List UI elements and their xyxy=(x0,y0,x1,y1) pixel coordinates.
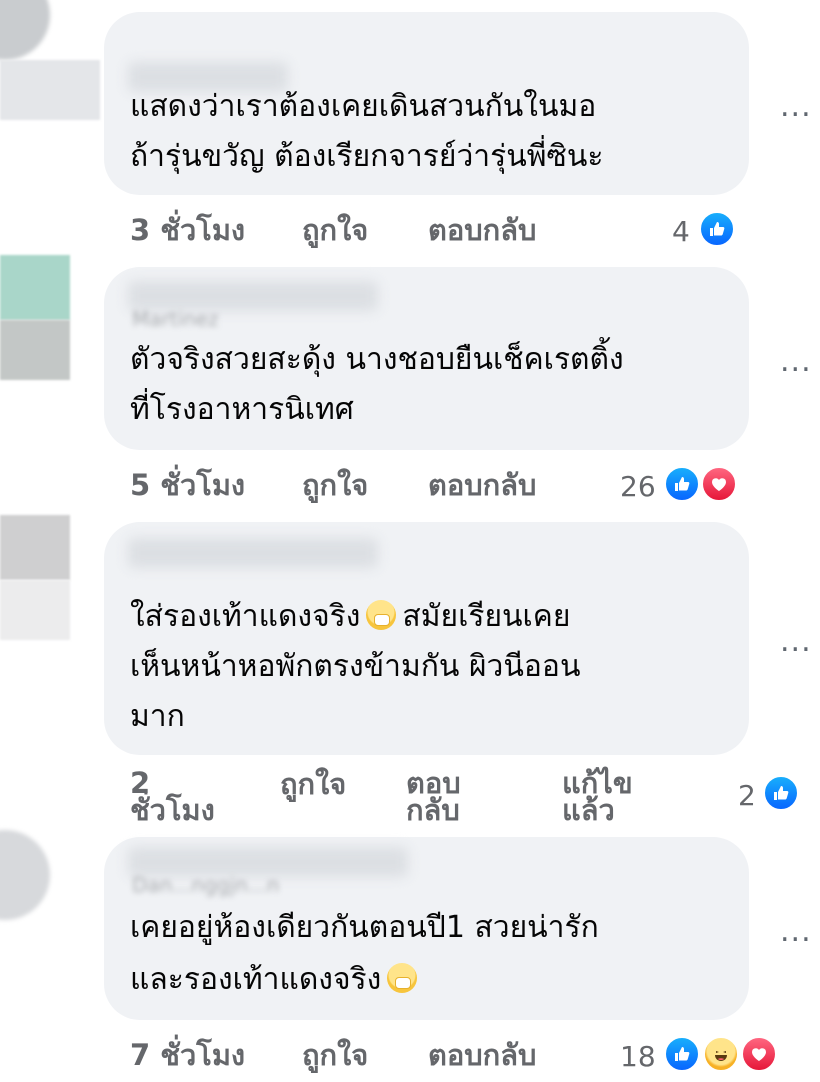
like-icon xyxy=(663,465,701,503)
grimace-emoji-icon xyxy=(387,963,418,993)
avatar-blur xyxy=(0,580,70,640)
comment-text-line: มาก xyxy=(130,699,185,734)
like-icon xyxy=(663,1035,701,1073)
comment-text: และรองเท้าแดงจริง xyxy=(130,962,382,997)
comment-text: ใส่รองเท้าแดงจริง xyxy=(130,599,361,634)
comment-timestamp[interactable]: 7 ชั่วโมง xyxy=(130,1041,245,1070)
comment-text-line: เคยอยู่ห้องเดียวกันตอนปี1 สวยน่ารัก xyxy=(130,910,599,945)
comment-bubble: ใส่รองเท้าแดงจริง สมัยเรียนเคย เห็นหน้าหอ… xyxy=(104,522,749,755)
reply-button[interactable]: ตอบกลับ xyxy=(428,471,536,500)
comment-text-line: ตัวจริงสวยสะดุ้ง นางชอบยืนเช็คเรตติ้ง xyxy=(130,342,624,377)
commenter-name-blurred[interactable] xyxy=(128,62,288,92)
commenter-name[interactable]: Martinez xyxy=(132,307,219,331)
like-button[interactable]: ถูกใจ xyxy=(302,216,368,245)
like-button[interactable]: ถูกใจ xyxy=(302,1041,368,1070)
avatar-blur xyxy=(0,515,70,580)
avatar[interactable] xyxy=(0,0,50,60)
reply-button[interactable]: ตอบกลับ xyxy=(428,216,536,245)
more-options-button[interactable]: ... xyxy=(780,347,812,377)
like-icon xyxy=(698,210,736,248)
comment-bubble: Dan...nggjn...n เคยอยู่ห้องเดียวกันตอนปี… xyxy=(104,837,749,1020)
like-icon xyxy=(762,774,800,812)
comment-text-line: ถ้ารุ่นขวัญ ต้องเรียกจารย์ว่ารุ่นพี่ซินะ xyxy=(130,139,604,174)
comment-text-line: เห็นหน้าหอพักตรงข้ามกัน ผิวนีออน xyxy=(130,649,581,684)
reaction-count[interactable]: 26 xyxy=(620,473,656,501)
comment-text-line: ที่โรงอาหารนิเทศ xyxy=(130,392,354,427)
comment-text-line: แสดงว่าเราต้องเคยเดินสวนกันในมอ xyxy=(130,89,597,124)
reaction-count[interactable]: 4 xyxy=(672,218,690,246)
comment-timestamp[interactable]: 3 ชั่วโมง xyxy=(130,216,245,245)
comment-text: สมัยเรียนเคย xyxy=(402,599,571,634)
love-icon xyxy=(700,465,738,503)
more-options-button[interactable]: ... xyxy=(780,627,812,657)
haha-icon xyxy=(702,1035,740,1073)
comment-bubble: แสดงว่าเราต้องเคยเดินสวนกันในมอ ถ้ารุ่นข… xyxy=(104,12,749,195)
grimace-emoji-icon xyxy=(366,600,397,630)
avatar-blur xyxy=(0,320,70,380)
avatar[interactable] xyxy=(0,830,50,920)
reaction-count[interactable]: 18 xyxy=(620,1043,656,1071)
comment-timestamp[interactable]: 5 ชั่วโมง xyxy=(130,471,245,500)
reply-button[interactable]: ตอบ กลับ xyxy=(406,769,486,825)
more-options-button[interactable]: ... xyxy=(780,917,812,947)
comment-bubble: Martinez ตัวจริงสวยสะดุ้ง นางชอบยืนเช็คเ… xyxy=(104,267,749,450)
avatar-blur xyxy=(0,60,100,120)
commenter-name-blurred[interactable] xyxy=(128,538,378,568)
commenter-name[interactable]: Dan...nggjn...n xyxy=(132,873,279,897)
reaction-count[interactable]: 2 xyxy=(738,782,756,810)
edited-label[interactable]: แก้ไข แล้ว xyxy=(562,769,657,825)
comment-timestamp[interactable]: 2 ชั่วโมง xyxy=(130,769,230,825)
love-icon xyxy=(740,1035,778,1073)
reply-button[interactable]: ตอบกลับ xyxy=(428,1041,536,1070)
like-button[interactable]: ถูกใจ xyxy=(302,471,368,500)
avatar-blur xyxy=(0,255,70,320)
like-button[interactable]: ถูกใจ xyxy=(280,770,346,799)
comment-text-line: และรองเท้าแดงจริง xyxy=(130,963,423,995)
comment-text-line: ใส่รองเท้าแดงจริง สมัยเรียนเคย xyxy=(130,600,570,632)
more-options-button[interactable]: ... xyxy=(780,92,812,122)
